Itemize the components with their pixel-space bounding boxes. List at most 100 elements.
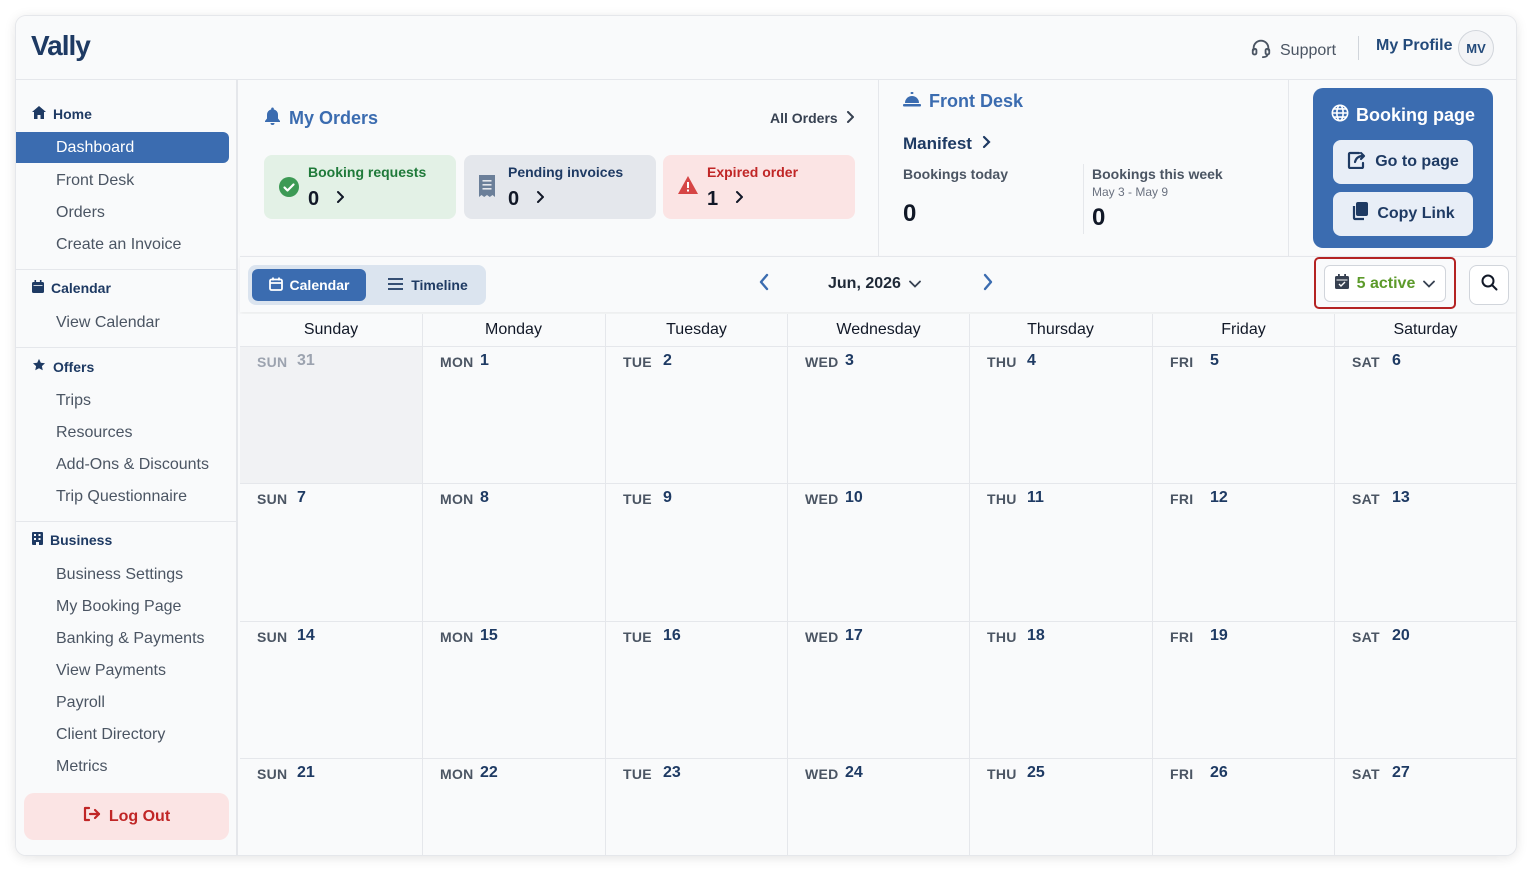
calendar-day-cell[interactable]: SUN 14 xyxy=(240,621,422,758)
calendar-day-cell[interactable]: SAT 27 xyxy=(1334,758,1516,855)
day-name: FRI xyxy=(1170,766,1194,782)
day-name: THU xyxy=(987,766,1017,782)
chevron-left-icon xyxy=(759,273,769,291)
sidebar-item-trips[interactable]: Trips xyxy=(56,392,91,410)
all-orders-link[interactable]: All Orders xyxy=(770,110,855,126)
calendar-day-cell[interactable]: WED 10 xyxy=(787,483,969,621)
search-button[interactable] xyxy=(1469,265,1509,305)
sidebar-item-trip-questionnaire[interactable]: Trip Questionnaire xyxy=(56,488,187,506)
vally-logo[interactable]: Vally xyxy=(31,30,91,62)
calendar-day-cell[interactable]: MON 22 xyxy=(422,758,605,855)
sidebar-item-resources[interactable]: Resources xyxy=(56,424,132,442)
day-name: MON xyxy=(440,491,474,507)
day-number: 25 xyxy=(1027,764,1045,781)
calendar-day-cell[interactable]: SUN 7 xyxy=(240,483,422,621)
sidebar-item-view-payments[interactable]: View Payments xyxy=(56,662,166,680)
sidebar-item-orders[interactable]: Orders xyxy=(56,204,105,222)
my-profile-link[interactable]: My Profile xyxy=(1376,37,1452,55)
sidebar-item-business-settings[interactable]: Business Settings xyxy=(56,566,183,584)
weekday-header: Tuesday xyxy=(605,314,787,346)
calendar-check-icon xyxy=(1334,273,1349,294)
day-number: 12 xyxy=(1210,489,1228,506)
calendar-day-cell[interactable]: THU 11 xyxy=(969,483,1152,621)
sidebar-item-add-ons-discounts[interactable]: Add-Ons & Discounts xyxy=(56,456,209,474)
pending-invoices-card[interactable]: Pending invoices 0 xyxy=(464,155,656,219)
booking-requests-count: 0 xyxy=(308,188,320,210)
sidebar-item-banking-payments[interactable]: Banking & Payments xyxy=(56,630,205,648)
calendar-day-cell[interactable]: FRI 26 xyxy=(1152,758,1334,855)
expired-order-card[interactable]: Expired order 1 xyxy=(663,155,855,219)
day-name: FRI xyxy=(1170,354,1194,370)
calendar-day-cell[interactable]: TUE 16 xyxy=(605,621,787,758)
support-link[interactable]: Support xyxy=(1250,37,1336,64)
weekday-header: Saturday xyxy=(1334,314,1516,346)
calendar-day-cell[interactable]: MON 15 xyxy=(422,621,605,758)
sidebar-item-front-desk[interactable]: Front Desk xyxy=(56,172,134,190)
booking-requests-label: Booking requests xyxy=(308,164,427,180)
check-circle-icon xyxy=(278,176,300,203)
chevron-right-icon xyxy=(846,110,855,126)
day-number: 19 xyxy=(1210,627,1228,644)
active-filter-dropdown[interactable]: 5 active xyxy=(1324,265,1446,302)
calendar-day-cell[interactable]: TUE 23 xyxy=(605,758,787,855)
logout-icon xyxy=(83,806,101,827)
day-number: 23 xyxy=(663,764,681,781)
day-number: 18 xyxy=(1027,627,1045,644)
sidebar-item-create-invoice[interactable]: Create an Invoice xyxy=(56,236,181,254)
calendar-day-cell[interactable]: SUN 21 xyxy=(240,758,422,855)
day-number: 26 xyxy=(1210,764,1228,781)
calendar-day-cell[interactable]: FRI 5 xyxy=(1152,346,1334,483)
calendar-day-cell[interactable]: SAT 6 xyxy=(1334,346,1516,483)
sidebar-divider xyxy=(16,347,236,348)
calendar-day-cell[interactable]: WED 3 xyxy=(787,346,969,483)
calendar-grid: Sunday Monday Tuesday Wednesday Thursday… xyxy=(240,314,1516,855)
calendar-day-cell[interactable]: THU 4 xyxy=(969,346,1152,483)
bookings-week-label: Bookings this week xyxy=(1092,166,1223,182)
booking-requests-card[interactable]: Booking requests 0 xyxy=(264,155,456,219)
previous-month-button[interactable] xyxy=(758,273,770,296)
chevron-right-icon xyxy=(983,273,993,291)
calendar-day-cell[interactable]: MON 1 xyxy=(422,346,605,483)
day-number: 9 xyxy=(663,489,672,506)
copy-link-button[interactable]: Copy Link xyxy=(1333,192,1473,236)
calendar-day-cell[interactable]: SUN 31 xyxy=(240,346,422,483)
calendar-day-cell[interactable]: TUE 2 xyxy=(605,346,787,483)
logout-button[interactable]: Log Out xyxy=(24,793,229,840)
sidebar-item-metrics[interactable]: Metrics xyxy=(56,758,108,776)
warning-icon xyxy=(677,175,699,200)
calendar-day-cell[interactable]: SAT 20 xyxy=(1334,621,1516,758)
calendar-day-cell[interactable]: TUE 9 xyxy=(605,483,787,621)
day-name: SAT xyxy=(1352,354,1380,370)
front-desk-title: Front Desk xyxy=(903,91,1023,112)
weekday-header: Thursday xyxy=(969,314,1151,346)
day-number: 31 xyxy=(297,352,315,369)
calendar-day-cell[interactable]: MON 8 xyxy=(422,483,605,621)
go-to-page-button[interactable]: Go to page xyxy=(1333,140,1473,184)
manifest-link[interactable]: Manifest xyxy=(903,134,991,154)
day-name: MON xyxy=(440,766,474,782)
bookings-today-label: Bookings today xyxy=(903,166,1009,182)
front-desk-panel: Front Desk Manifest Bookings today 0 Boo… xyxy=(879,80,1289,256)
day-number: 4 xyxy=(1027,352,1036,369)
sidebar-item-dashboard[interactable]: Dashboard xyxy=(16,132,229,163)
tab-calendar[interactable]: Calendar xyxy=(252,269,366,301)
calendar-day-cell[interactable]: WED 17 xyxy=(787,621,969,758)
sidebar-item-client-directory[interactable]: Client Directory xyxy=(56,726,165,744)
logout-label: Log Out xyxy=(108,807,171,825)
calendar-day-cell[interactable]: SAT 13 xyxy=(1334,483,1516,621)
calendar-day-cell[interactable]: THU 18 xyxy=(969,621,1152,758)
calendar-day-cell[interactable]: FRI 12 xyxy=(1152,483,1334,621)
sidebar-item-my-booking-page[interactable]: My Booking Page xyxy=(56,598,181,616)
front-desk-label: Front Desk xyxy=(929,91,1024,111)
app-window: Vally Support My Profile MV Home Dashboa… xyxy=(16,16,1516,855)
avatar[interactable]: MV xyxy=(1458,30,1494,66)
calendar-day-cell[interactable]: THU 25 xyxy=(969,758,1152,855)
month-selector[interactable]: Jun, 2026 xyxy=(828,275,921,293)
next-month-button[interactable] xyxy=(982,273,994,296)
sidebar-item-view-calendar[interactable]: View Calendar xyxy=(56,314,160,332)
sidebar-item-payroll[interactable]: Payroll xyxy=(56,694,105,712)
calendar-day-cell[interactable]: WED 24 xyxy=(787,758,969,855)
tab-timeline[interactable]: Timeline xyxy=(376,269,480,301)
calendar-day-cell[interactable]: FRI 19 xyxy=(1152,621,1334,758)
copy-icon xyxy=(1351,202,1369,226)
